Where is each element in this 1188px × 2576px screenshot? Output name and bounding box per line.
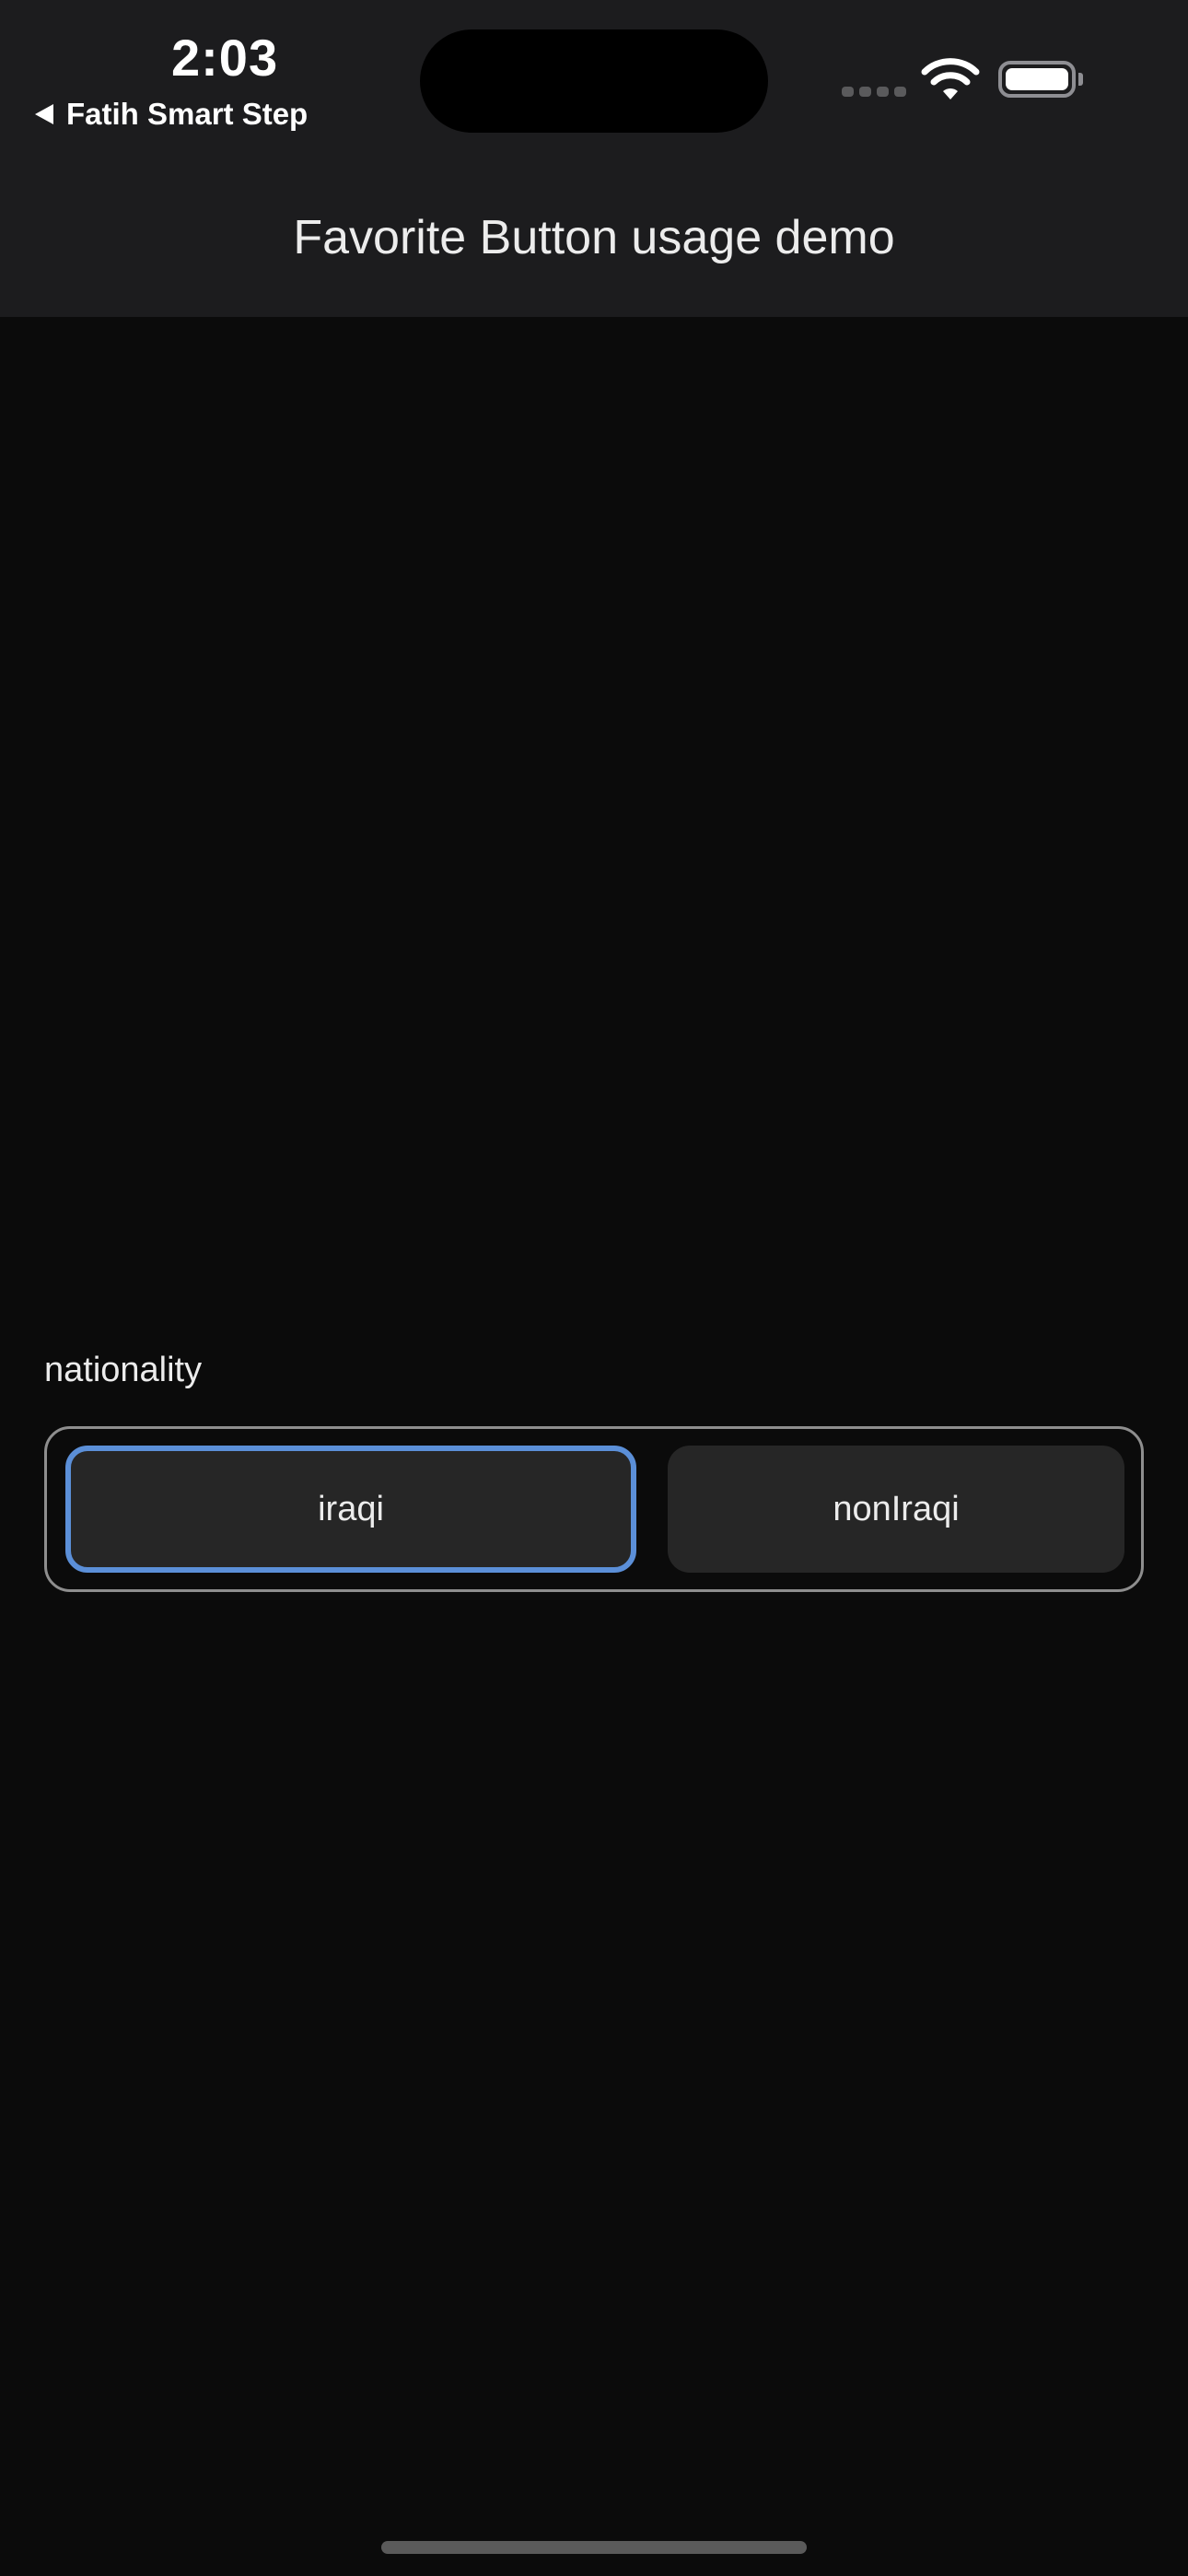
- back-triangle-icon: [35, 104, 53, 124]
- option-iraqi-label: iraqi: [318, 1489, 384, 1528]
- header: 2:03 Fatih Smart Step Favorite Button us…: [0, 0, 1188, 317]
- wifi-icon: [921, 58, 980, 100]
- battery-icon: [998, 61, 1076, 98]
- cellular-signal-icon: [842, 87, 906, 97]
- page-title: Favorite Button usage demo: [293, 211, 895, 264]
- nationality-label: nationality: [44, 1351, 203, 1389]
- nationality-toggle-group: iraqi nonIraqi: [44, 1426, 1144, 1592]
- dynamic-island: [420, 29, 768, 133]
- status-time: 2:03: [171, 29, 279, 87]
- home-indicator[interactable]: [381, 2541, 807, 2554]
- battery-cap: [1078, 73, 1083, 86]
- back-to-app-button[interactable]: Fatih Smart Step: [35, 92, 308, 136]
- app-screen: 2:03 Fatih Smart Step Favorite Button us…: [0, 0, 1188, 2576]
- option-iraqi-button[interactable]: iraqi: [65, 1446, 636, 1573]
- option-noniraqi-label: nonIraqi: [833, 1489, 960, 1528]
- back-app-label: Fatih Smart Step: [66, 97, 309, 131]
- option-noniraqi-button[interactable]: nonIraqi: [668, 1446, 1124, 1573]
